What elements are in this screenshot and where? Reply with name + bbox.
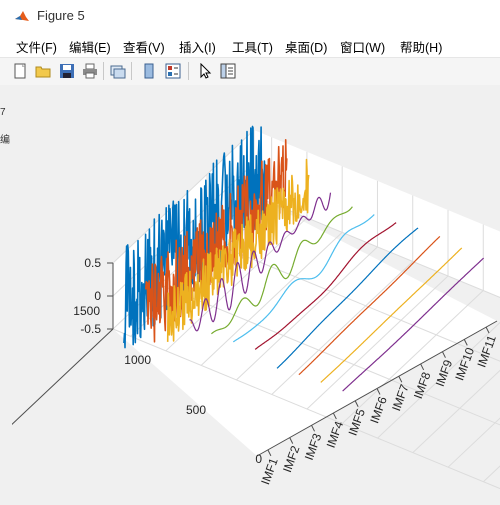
- x-tick: [463, 339, 468, 346]
- menu-bar: 文件(F) 编辑(E) 查看(V) 插入(I) 工具(T) 桌面(D) 窗口(W…: [0, 33, 500, 57]
- print-icon[interactable]: [80, 61, 100, 81]
- z-tick-label: -0.5: [80, 322, 101, 336]
- x-tick: [267, 449, 272, 457]
- z-tick-label: 0: [94, 289, 101, 303]
- x-tick: [289, 437, 294, 444]
- z-tick-label: 0.5: [84, 256, 101, 270]
- x-tick-label: IMF4: [324, 419, 347, 450]
- edit-plot-arrow-icon[interactable]: [195, 61, 215, 81]
- x-tick: [398, 376, 403, 383]
- toolbar-separator: [131, 62, 132, 80]
- new-figure-icon[interactable]: [10, 61, 30, 81]
- x-tick: [354, 400, 359, 407]
- y-tick-label: 1500: [73, 304, 100, 318]
- menu-view[interactable]: 查看(V): [123, 37, 165, 56]
- x-tick-label: IMF2: [280, 444, 303, 475]
- toolbar-separator: [188, 62, 189, 80]
- toolbar-separator: [103, 62, 104, 80]
- show-plot-tools-icon[interactable]: [163, 61, 183, 81]
- background-window-edge: 7 编: [0, 85, 12, 500]
- x-tick: [311, 425, 315, 432]
- link-plot-icon[interactable]: [108, 61, 128, 81]
- y-axis-line: [0, 328, 114, 437]
- menu-window[interactable]: 窗口(W): [340, 37, 385, 56]
- x-tick-label: IMF9: [433, 358, 456, 389]
- y-tick-label: 0: [255, 452, 262, 466]
- x-tick: [485, 326, 490, 334]
- y-tick-label: 1000: [124, 353, 151, 367]
- menu-tools[interactable]: 工具(T): [232, 37, 273, 56]
- figure-toolbar: [0, 57, 500, 86]
- matlab-logo-icon: [15, 11, 29, 21]
- y-tick-label: 500: [186, 403, 206, 417]
- x-tick: [332, 412, 337, 420]
- x-tick-label: IMF3: [302, 431, 325, 462]
- hide-plot-tools-icon[interactable]: [139, 61, 159, 81]
- menu-file[interactable]: 文件(F): [16, 37, 57, 56]
- save-icon[interactable]: [57, 61, 77, 81]
- menu-desktop[interactable]: 桌面(D): [285, 37, 327, 56]
- background-label: 编: [0, 135, 10, 146]
- window-title: Figure 5: [37, 8, 85, 23]
- imf-3d-plot[interactable]: 0.50-0.5150010005000IMF1 IMF2 IMF3 IMF4 IMF5…: [0, 85, 500, 500]
- background-label: 7: [0, 107, 6, 118]
- menu-help[interactable]: 帮助(H): [400, 37, 442, 56]
- x-tick-label: IMF11: [474, 333, 499, 369]
- menu-edit[interactable]: 编辑(E): [69, 37, 111, 56]
- window-titlebar: Figure 5: [0, 0, 500, 33]
- figure-canvas: 0.5 0 -0.5 1500 1000 500 0 IMF1 IMF2 IMF3 IMF4 IMF5…: [0, 85, 500, 500]
- menu-insert[interactable]: 插入(I): [179, 37, 216, 56]
- x-tick-label: IMF7: [389, 382, 412, 413]
- property-inspector-icon[interactable]: [218, 61, 238, 81]
- x-tick: [420, 363, 425, 371]
- x-tick: [442, 351, 446, 358]
- x-tick-label: IMF6: [367, 394, 390, 425]
- open-file-icon[interactable]: [33, 61, 53, 81]
